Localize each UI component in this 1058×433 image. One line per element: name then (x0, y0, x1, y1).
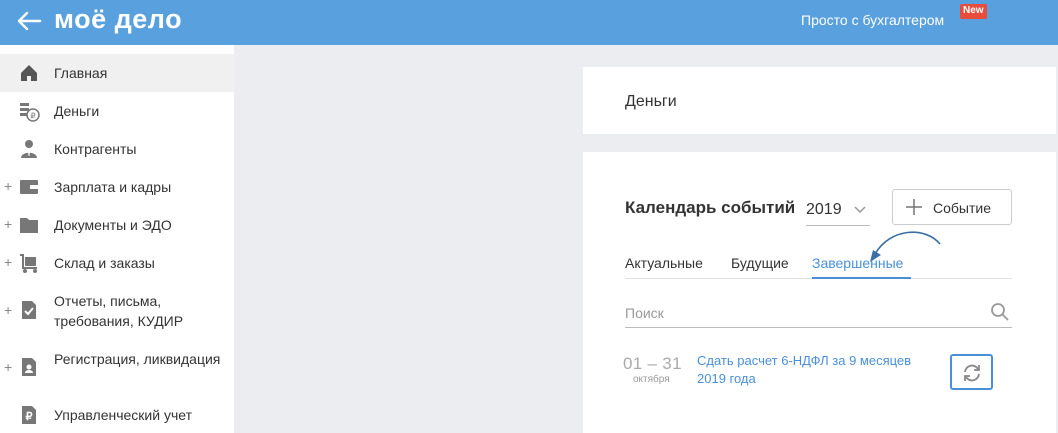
registration-icon (22, 358, 36, 376)
year-select[interactable]: 2019 (806, 196, 870, 226)
search-icon[interactable] (990, 302, 1010, 322)
tab-current[interactable]: Актуальные (625, 255, 703, 271)
sidebar-item-documents[interactable]: + Документы и ЭДО (0, 206, 234, 244)
sidebar-item-label: Документы и ЭДО (54, 217, 172, 233)
home-icon (21, 65, 37, 81)
ruble-icon: ₽ (22, 406, 36, 424)
money-card: Деньги (583, 67, 1056, 134)
person-icon (21, 140, 37, 158)
add-event-button[interactable]: Событие (892, 189, 1012, 225)
calendar-title: Календарь событий (625, 198, 796, 217)
sidebar-item-label: Отчеты, письма, требования, КУДИР (54, 293, 184, 329)
refresh-button[interactable] (950, 354, 993, 390)
event-link[interactable]: Сдать расчет 6-НДФЛ за 9 месяцев 2019 го… (697, 352, 937, 388)
year-value: 2019 (806, 201, 842, 218)
event-month: октября (633, 374, 670, 385)
search-input[interactable] (625, 302, 975, 324)
money-card-title: Деньги (625, 93, 677, 110)
expand-plus-icon[interactable]: + (4, 359, 12, 375)
sidebar-item-contractors[interactable]: Контрагенты (0, 130, 234, 168)
new-badge: New (960, 4, 987, 19)
active-tab-underline (812, 277, 911, 279)
sidebar-item-salary[interactable]: + Зарплата и кадры (0, 168, 234, 206)
plus-icon (906, 199, 922, 215)
promo-link[interactable]: Просто с бухгалтером (801, 12, 944, 28)
logo[interactable]: моё дело (54, 4, 182, 35)
chevron-down-icon (854, 206, 866, 214)
expand-plus-icon[interactable]: + (4, 216, 12, 232)
refresh-icon (964, 364, 980, 382)
sidebar-item-management[interactable]: ₽ Управленческий учет (0, 398, 234, 433)
sidebar-item-label: Зарплата и кадры (54, 179, 172, 195)
events-calendar-card: Календарь событий 2019 Событие Актуальны… (583, 152, 1056, 433)
top-bar: моё дело Просто с бухгалтером New (0, 0, 1058, 45)
sidebar-item-label: Склад и заказы (54, 255, 155, 271)
sidebar-item-registration[interactable]: + Регистрация, ликвидация (0, 339, 234, 398)
report-icon (22, 301, 36, 319)
wallet-icon (20, 180, 38, 194)
tab-future[interactable]: Будущие (731, 255, 789, 271)
sidebar-item-label: Регистрация, ликвидация (54, 351, 221, 367)
sidebar-item-label: Главная (54, 65, 108, 81)
event-date-range: 01 – 31 (623, 354, 682, 373)
sidebar-item-label: Контрагенты (54, 141, 137, 157)
search-box (625, 298, 1012, 328)
sidebar-item-label: Управленческий учет (54, 407, 192, 423)
expand-plus-icon[interactable]: + (4, 178, 12, 194)
cart-icon (20, 254, 37, 273)
sidebar-item-reports[interactable]: + Отчеты, письма, требования, КУДИР (0, 282, 234, 339)
sidebar: Главная ₽ Деньги Контрагенты + Зарплата … (0, 45, 234, 433)
sidebar-item-warehouse[interactable]: + Склад и заказы (0, 244, 234, 282)
add-event-label: Событие (933, 200, 991, 216)
folder-icon (20, 218, 38, 233)
expand-plus-icon[interactable]: + (4, 254, 12, 270)
money-icon: ₽ (20, 103, 40, 122)
svg-text:₽: ₽ (26, 411, 33, 423)
sidebar-item-label: Деньги (54, 103, 100, 119)
sidebar-item-money[interactable]: ₽ Деньги (0, 92, 234, 130)
back-arrow-icon[interactable] (16, 10, 42, 32)
sidebar-item-home[interactable]: Главная (0, 54, 234, 92)
tab-completed[interactable]: Завершенные (812, 255, 903, 271)
svg-text:₽: ₽ (30, 112, 35, 121)
expand-plus-icon[interactable]: + (4, 302, 12, 318)
